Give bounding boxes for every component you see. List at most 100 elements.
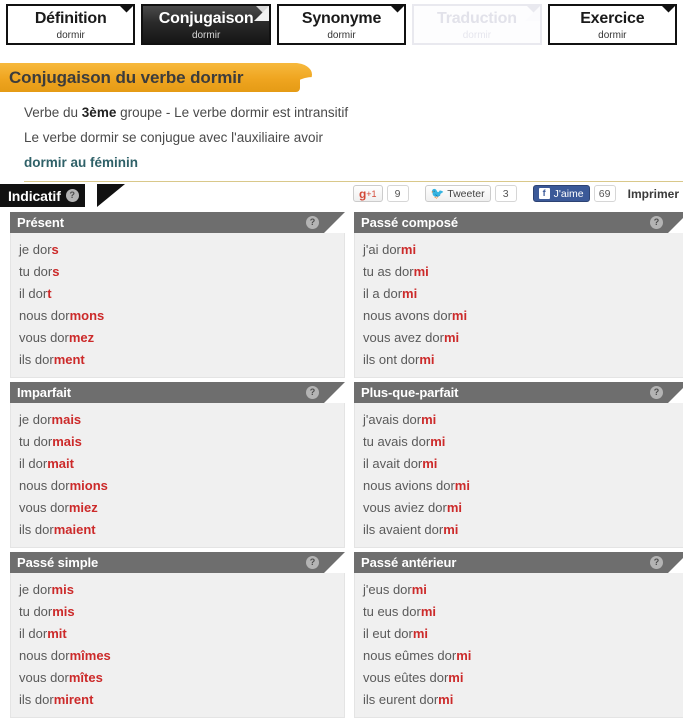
tweet-button[interactable]: 🐦 Tweeter: [424, 185, 491, 202]
tab-synonyme[interactable]: Synonyme dormir: [276, 4, 407, 45]
gplus-count[interactable]: 9: [386, 185, 409, 202]
tweet-count[interactable]: 3: [494, 185, 517, 202]
row-ending: mi: [430, 434, 446, 449]
help-icon[interactable]: ?: [306, 386, 319, 399]
tab-synonyme-sublabel: dormir: [327, 30, 356, 41]
row-ending: mi: [411, 582, 427, 597]
tab-exercice[interactable]: Exercice dormir: [547, 4, 678, 45]
feminine-form-link[interactable]: dormir au féminin: [24, 155, 138, 170]
fold-corner-inner-icon: [253, 6, 269, 21]
twitter-group: 🐦 Tweeter 3: [424, 185, 517, 202]
row-stem: nous dor: [19, 478, 70, 493]
tense-header: Passé antérieur ?: [354, 552, 683, 573]
row-ending: mi: [438, 692, 454, 707]
tab-traduction-sublabel: dormir: [462, 30, 492, 41]
corner-fold-icon: [324, 382, 345, 403]
row-stem: je dor: [19, 582, 52, 597]
social-buttons: g +1 9 🐦 Tweeter 3 f J'aime 69 Imprimer: [337, 185, 679, 202]
help-icon[interactable]: ?: [650, 556, 663, 569]
tense-passe-anterieur: Passé antérieur ? j'eus dormi tu eus dor…: [354, 552, 683, 718]
row-stem: il dor: [19, 456, 48, 471]
row-stem: vous eûtes dor: [363, 670, 449, 685]
page-title-banner: Conjugaison du verbe dormir: [0, 63, 683, 94]
row-ending: mi: [400, 242, 417, 257]
tab-traduction-label: Traduction: [437, 10, 517, 27]
conjugation-row: il avait dormi: [363, 453, 683, 475]
corner-fold-icon: [668, 552, 683, 573]
help-icon[interactable]: ?: [65, 189, 79, 202]
tweet-label: Tweeter: [447, 187, 485, 200]
row-stem: tu dor: [19, 434, 53, 449]
help-icon[interactable]: ?: [650, 216, 663, 229]
facebook-like-label: J'aime: [553, 187, 584, 200]
ribbon-body: Conjugaison du verbe dormir: [0, 63, 300, 92]
conjugation-row: vous dormiez: [19, 497, 344, 519]
conjugation-row: nous avions dormi: [363, 475, 683, 497]
tense-header: Passé composé ?: [354, 212, 683, 233]
print-link[interactable]: Imprimer: [628, 187, 679, 201]
conjugation-row: je dormis: [19, 579, 344, 601]
tense-body: j'avais dormi tu avais dormi il avait do…: [354, 403, 683, 548]
corner-fold-icon: [324, 212, 345, 233]
fold-corner-inner-icon: [389, 6, 405, 21]
row-stem: je dor: [19, 242, 52, 257]
facebook-like-button[interactable]: f J'aime: [532, 185, 590, 202]
tense-present: Présent ? je dors tu dors il dort nous d…: [10, 212, 345, 378]
tense-header: Imparfait ?: [10, 382, 345, 403]
row-ending: mions: [69, 478, 108, 493]
conjugation-row: il eut dormi: [363, 623, 683, 645]
facebook-like-count[interactable]: 69: [593, 185, 616, 202]
tense-title: Présent: [17, 215, 64, 230]
row-ending: mi: [454, 478, 470, 493]
tense-title: Plus-que-parfait: [361, 385, 459, 400]
conjugation-row: tu dors: [19, 261, 344, 283]
tab-conjugaison[interactable]: Conjugaison dormir: [141, 4, 271, 45]
help-icon[interactable]: ?: [650, 386, 663, 399]
tense-imparfait: Imparfait ? je dormais tu dormais il dor…: [10, 382, 345, 548]
row-stem: vous dor: [19, 670, 69, 685]
conjugation-row: ils dormaient: [19, 519, 344, 541]
conjugation-row: il dormit: [19, 623, 344, 645]
conjugation-row: vous aviez dormi: [363, 497, 683, 519]
row-stem: nous avons dor: [363, 308, 452, 323]
row-stem: je dor: [19, 412, 52, 427]
row-stem: nous dor: [19, 648, 70, 663]
row-ending: ment: [53, 352, 85, 367]
fold-corner-inner-icon: [660, 6, 676, 21]
conjugation-row: nous dormons: [19, 305, 344, 327]
help-icon[interactable]: ?: [306, 556, 319, 569]
tense-title: Imparfait: [17, 385, 72, 400]
help-icon[interactable]: ?: [306, 216, 319, 229]
row-ending: mons: [69, 308, 105, 323]
tense-body: je dormais tu dormais il dormait nous do…: [10, 403, 345, 548]
conjugation-row: ils ont dormi: [363, 349, 683, 371]
tense-body: j'eus dormi tu eus dormi il eut dormi no…: [354, 573, 683, 718]
tense-title: Passé composé: [361, 215, 458, 230]
conjugation-row: nous avons dormi: [363, 305, 683, 327]
mode-label: Indicatif: [8, 187, 61, 204]
tab-definition[interactable]: Définition dormir: [6, 4, 136, 45]
mode-tag-point: [97, 184, 125, 207]
row-stem: tu as dor: [363, 264, 414, 279]
conjugation-row: tu avais dormi: [363, 431, 683, 453]
row-ending: miez: [68, 500, 98, 515]
row-ending: mi: [422, 456, 438, 471]
row-stem: ils avaient dor: [363, 522, 444, 537]
conjugation-row: ils dormirent: [19, 689, 344, 711]
row-ending: mis: [52, 604, 75, 619]
row-stem: vous dor: [19, 500, 69, 515]
twitter-bird-icon: 🐦: [430, 188, 445, 200]
row-stem: vous aviez dor: [363, 500, 447, 515]
gplus-button[interactable]: g +1: [352, 185, 383, 202]
tense-body: j'ai dormi tu as dormi il a dormi nous a…: [354, 233, 683, 378]
google-plus-icon: g: [358, 186, 367, 201]
divider: [24, 181, 683, 182]
row-stem: il a dor: [363, 286, 403, 301]
row-ending: mait: [47, 456, 74, 471]
intro-line-1-prefix: Verbe du: [24, 105, 82, 120]
row-ending: mi: [412, 626, 429, 641]
tense-header: Plus-que-parfait ?: [354, 382, 683, 403]
mode-tag-indicatif[interactable]: Indicatif ?: [0, 184, 85, 207]
row-ending: mi: [421, 412, 437, 427]
row-ending: mi: [446, 500, 462, 515]
